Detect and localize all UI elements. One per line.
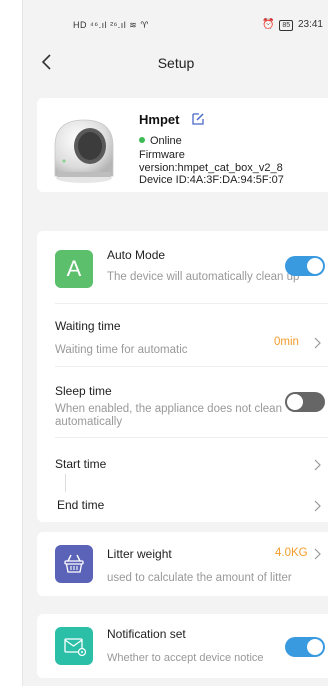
start-time-row[interactable]: Start time <box>37 438 328 478</box>
battery-icon: 85 <box>279 20 294 31</box>
device-name: Hmpet <box>139 112 180 127</box>
waiting-time-value: 0min <box>274 336 299 348</box>
phone-screen: HD ⁴⁶.ıl ²⁶.ıl ≋ ♈ ⏰ 85 23:41 Setup Hmpe… <box>22 0 328 686</box>
status-time: 23:41 <box>297 19 323 30</box>
litter-weight-value: 4.0KG <box>275 547 308 559</box>
settings-card: A Auto Mode The device will automaticall… <box>37 231 328 522</box>
sleep-time-row: Sleep time When enabled, the appliance d… <box>37 367 328 431</box>
auto-mode-toggle[interactable] <box>285 256 325 276</box>
notification-title: Notification set <box>107 627 186 641</box>
mail-settings-icon <box>55 627 93 665</box>
chevron-right-icon[interactable] <box>313 548 321 560</box>
toggle-knob <box>307 258 323 274</box>
status-bar: HD ⁴⁶.ıl ²⁶.ıl ≋ ♈ ⏰ 85 23:41 <box>23 0 328 38</box>
online-status: Online <box>139 135 182 147</box>
basket-icon <box>55 545 93 583</box>
litter-weight-subtitle: used to calculate the amount of litter <box>107 572 292 584</box>
toggle-knob <box>307 639 323 655</box>
toggle-knob <box>287 394 303 410</box>
nav-bar: Setup <box>23 44 328 84</box>
status-signal-icons: HD ⁴⁶.ıl ²⁶.ıl ≋ ♈ <box>73 20 149 30</box>
waiting-time-title: Waiting time <box>55 319 121 333</box>
start-time-title: Start time <box>55 457 107 471</box>
alarm-icon: ⏰ <box>262 19 275 30</box>
page-title: Setup <box>157 55 195 71</box>
firmware-info: Firmware version:hmpet_cat_box_v2_8 Devi… <box>139 149 284 186</box>
notification-toggle[interactable] <box>285 637 325 657</box>
notification-subtitle: Whether to accept device notice <box>107 652 264 664</box>
waiting-time-row[interactable]: Waiting time Waiting time for automatic … <box>37 304 328 365</box>
edit-icon[interactable] <box>191 112 205 126</box>
auto-mode-title: Auto Mode <box>107 248 166 262</box>
waiting-time-subtitle: Waiting time for automatic <box>55 344 188 356</box>
end-time-row[interactable]: End time <box>37 486 328 522</box>
sleep-time-toggle[interactable] <box>285 392 325 412</box>
chevron-right-icon[interactable] <box>313 337 321 349</box>
auto-mode-icon: A <box>55 250 93 288</box>
chevron-right-icon[interactable] <box>313 500 321 512</box>
auto-mode-row: A Auto Mode The device will automaticall… <box>37 231 328 303</box>
end-time-title: End time <box>57 498 105 512</box>
sleep-time-subtitle: When enabled, the appliance does not cle… <box>55 403 282 428</box>
online-dot-icon <box>139 137 145 143</box>
litter-weight-card[interactable]: Litter weight used to calculate the amou… <box>37 532 328 596</box>
litter-box-image <box>54 119 114 183</box>
chevron-right-icon[interactable] <box>313 459 321 471</box>
notification-card: Notification set Whether to accept devic… <box>37 614 328 678</box>
litter-weight-title: Litter weight <box>107 547 172 561</box>
sleep-time-title: Sleep time <box>55 384 112 398</box>
device-card[interactable]: Hmpet Online Firmware version:hmpet_cat_… <box>37 98 328 192</box>
status-right: ⏰ 85 23:41 <box>262 19 323 31</box>
